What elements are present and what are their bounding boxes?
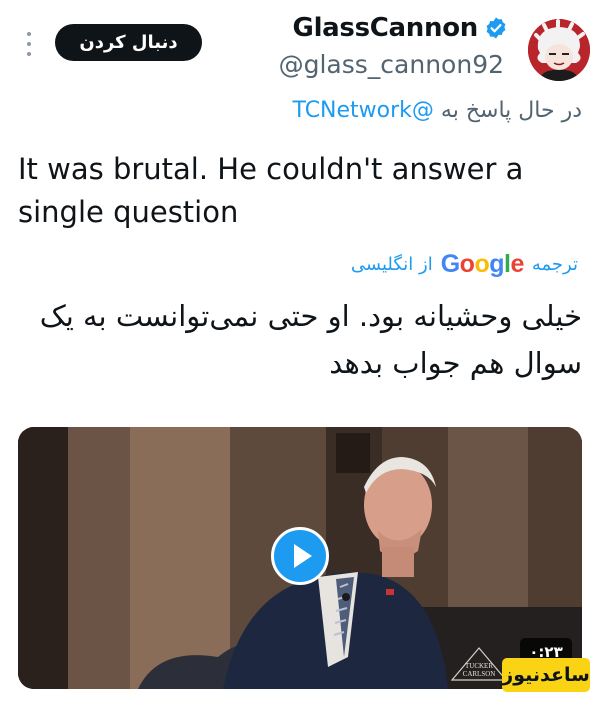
tweet-text: It was brutal. He couldn't answer a sing… [18, 152, 524, 229]
watermark-text: ساعدنیوز [502, 664, 590, 686]
translate-toggle[interactable]: ترجمه Google از انگلیسی [351, 248, 578, 280]
more-vertical-icon[interactable] [22, 32, 36, 56]
replying-to: در حال پاسخ به @TCNetwork [293, 98, 582, 123]
play-icon [294, 544, 312, 568]
channel-logo: TUCKER CARLSON [450, 647, 508, 681]
avatar-image [528, 19, 590, 81]
translated-text: خیلی وحشیانه بود. او حتی نمی‌توانست به ی… [39, 299, 582, 380]
verified-badge-icon [486, 17, 506, 39]
translate-label: ترجمه [531, 253, 578, 275]
source-watermark: ساعدنیوز [502, 658, 590, 692]
follow-button-label: دنبال کردن [79, 32, 178, 53]
google-logo: Google [440, 249, 525, 278]
author-name-row[interactable]: GlassCannon [293, 12, 508, 44]
translate-from-label: از انگلیسی [350, 253, 433, 275]
avatar[interactable] [528, 19, 590, 81]
user-handle[interactable]: @glass_cannon92 [279, 50, 504, 79]
follow-button[interactable]: دنبال کردن [55, 24, 202, 61]
svg-text:CARLSON: CARLSON [463, 670, 496, 678]
replying-to-prefix: در حال پاسخ به [440, 98, 582, 123]
play-button[interactable] [271, 527, 329, 585]
display-name[interactable]: GlassCannon [293, 13, 479, 43]
mention-link[interactable]: @TCNetwork [293, 98, 434, 123]
svg-text:TUCKER: TUCKER [465, 662, 493, 670]
